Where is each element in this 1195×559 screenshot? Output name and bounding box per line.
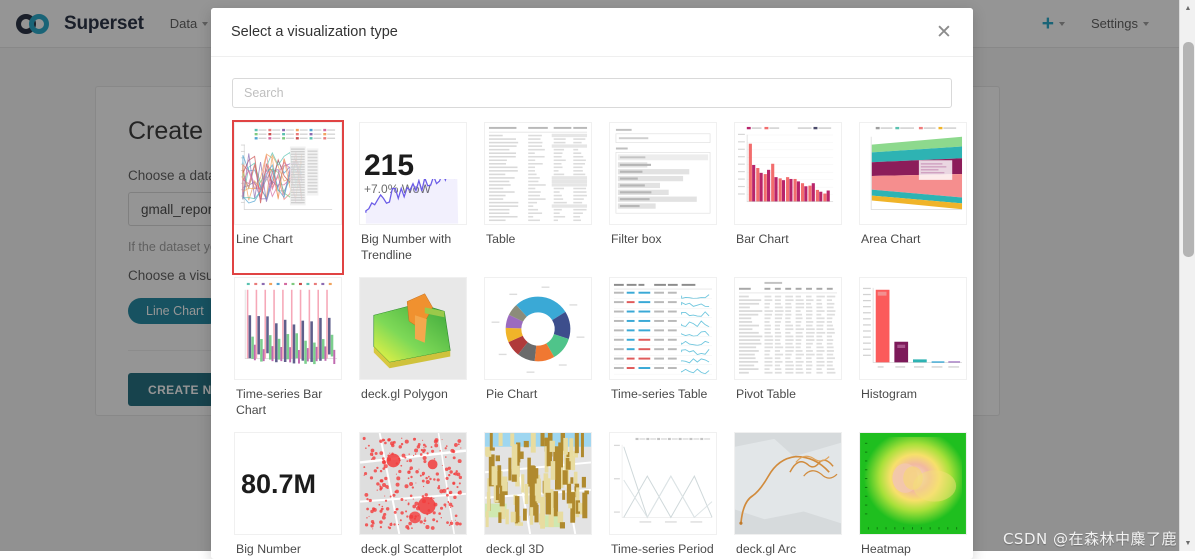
- modal-search-container: [211, 57, 973, 120]
- viz-type-card[interactable]: deck.gl Scatterplot: [357, 430, 469, 559]
- browser-scrollbar[interactable]: ▲ ▼: [1179, 0, 1195, 551]
- viz-type-card[interactable]: Pie Chart: [482, 275, 594, 430]
- line-chart-thumbnail: [234, 122, 342, 225]
- viz-type-card[interactable]: deck.gl Arc: [732, 430, 844, 559]
- viz-type-label: Heatmap: [859, 535, 967, 559]
- visualization-type-modal: Select a visualization type ✕ Line Chart…: [211, 8, 973, 559]
- area-chart-thumbnail: [859, 122, 967, 225]
- viz-type-card[interactable]: Line Chart: [232, 120, 344, 275]
- scroll-up-icon[interactable]: ▲: [1180, 0, 1195, 16]
- viz-type-label: Line Chart: [234, 225, 342, 257]
- viz-type-label: Bar Chart: [734, 225, 842, 257]
- close-icon[interactable]: ✕: [933, 21, 955, 43]
- time-series-period-pivot-thumbnail: [609, 432, 717, 535]
- viz-type-label: deck.gl Polygon: [359, 380, 467, 412]
- time-series-table-thumbnail: [609, 277, 717, 380]
- viz-type-label: Pie Chart: [484, 380, 592, 412]
- scrollbar-thumb[interactable]: [1183, 42, 1194, 257]
- viz-type-card[interactable]: Bar Chart: [732, 120, 844, 275]
- viz-type-card[interactable]: Time-series Period Pivot: [607, 430, 719, 559]
- viz-type-card[interactable]: Heatmap: [857, 430, 969, 559]
- viz-type-card[interactable]: deck.gl Polygon: [357, 275, 469, 430]
- viz-type-label: Area Chart: [859, 225, 967, 257]
- viz-type-label: Big Number: [234, 535, 342, 559]
- bar-chart-thumbnail: [734, 122, 842, 225]
- pie-chart-thumbnail: [484, 277, 592, 380]
- viz-type-label: Big Number with Trendline: [359, 225, 467, 273]
- viz-type-label: Time-series Period Pivot: [609, 535, 717, 559]
- filter-box-thumbnail: [609, 122, 717, 225]
- big-number-trendline-thumbnail: 215+7.0% WoW: [359, 122, 467, 225]
- big-number-thumbnail: 80.7M: [234, 432, 342, 535]
- pivot-table-thumbnail: [734, 277, 842, 380]
- viz-type-label: Histogram: [859, 380, 967, 412]
- viz-type-label: Time-series Table: [609, 380, 717, 412]
- visualization-type-grid: Line Chart 215+7.0% WoW Big Number with T…: [211, 120, 973, 559]
- table-thumbnail: [484, 122, 592, 225]
- viz-type-label: deck.gl Arc: [734, 535, 842, 559]
- heatmap-thumbnail: [859, 432, 967, 535]
- viz-type-label: deck.gl Scatterplot: [359, 535, 467, 559]
- viz-type-label: Filter box: [609, 225, 717, 257]
- viz-type-card[interactable]: Area Chart: [857, 120, 969, 275]
- viz-type-card[interactable]: 80.7MBig Number: [232, 430, 344, 559]
- viz-type-label: deck.gl 3D Hexagon: [484, 535, 592, 559]
- viz-type-label: Pivot Table: [734, 380, 842, 412]
- deckgl-arc-thumbnail: [734, 432, 842, 535]
- viz-type-card[interactable]: Table: [482, 120, 594, 275]
- deckgl-3d-hexagon-thumbnail: [484, 432, 592, 535]
- search-input[interactable]: [232, 78, 952, 108]
- viz-type-card[interactable]: Filter box: [607, 120, 719, 275]
- viz-type-card[interactable]: 215+7.0% WoW Big Number with Trendline: [357, 120, 469, 275]
- scroll-down-icon[interactable]: ▼: [1180, 535, 1195, 551]
- viz-type-label: Table: [484, 225, 592, 257]
- viz-type-card[interactable]: Pivot Table: [732, 275, 844, 430]
- viz-type-card[interactable]: Histogram: [857, 275, 969, 430]
- viz-type-card[interactable]: Time-series Table: [607, 275, 719, 430]
- deckgl-scatterplot-thumbnail: [359, 432, 467, 535]
- time-series-bar-chart-thumbnail: [234, 277, 342, 380]
- viz-type-card[interactable]: Time-series Bar Chart: [232, 275, 344, 430]
- viz-type-label: Time-series Bar Chart: [234, 380, 342, 428]
- deckgl-polygon-thumbnail: [359, 277, 467, 380]
- modal-title: Select a visualization type: [231, 24, 398, 40]
- viz-type-card[interactable]: deck.gl 3D Hexagon: [482, 430, 594, 559]
- watermark: CSDN @在森林中麋了鹿: [1003, 528, 1177, 549]
- histogram-thumbnail: [859, 277, 967, 380]
- modal-header: Select a visualization type ✕: [211, 8, 973, 57]
